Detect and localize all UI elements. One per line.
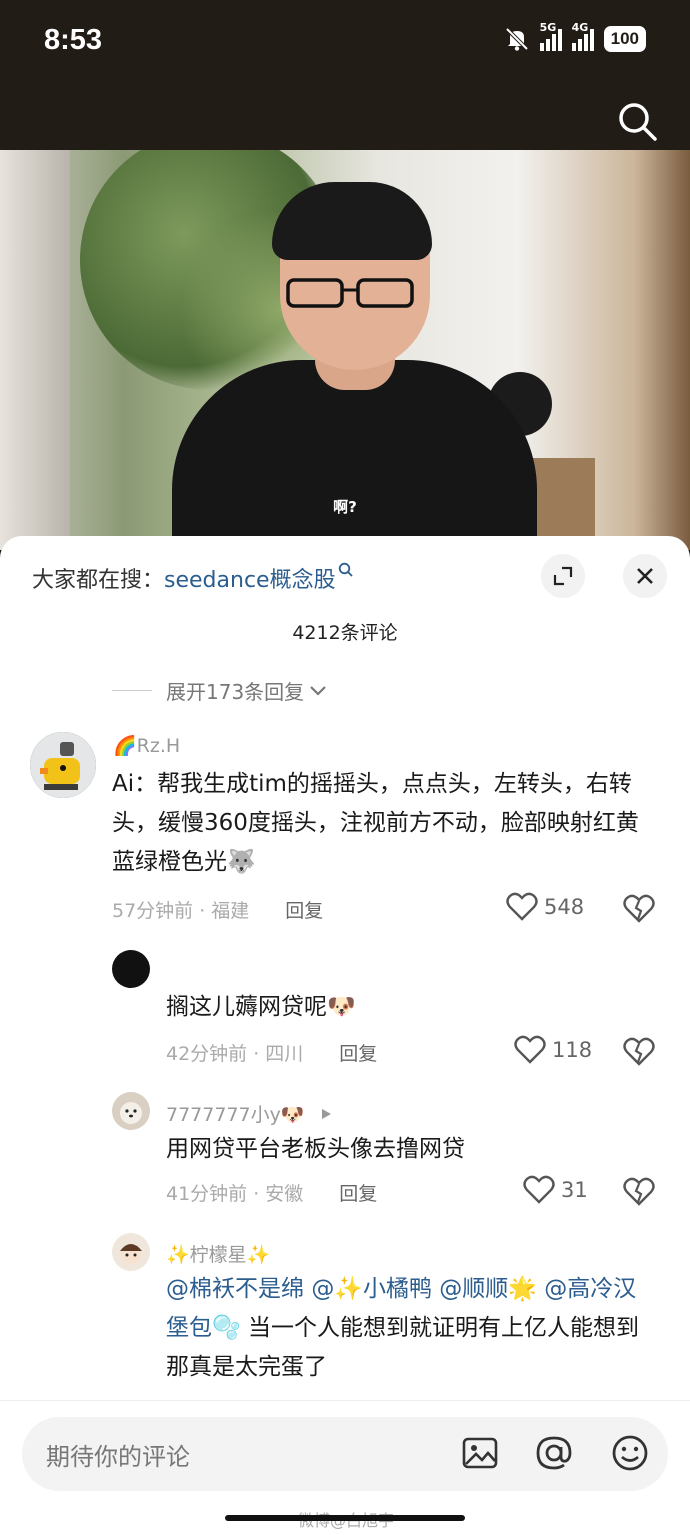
comment-meta: 42分钟前 · 四川 回复 bbox=[166, 1039, 377, 1066]
comment-time-location: 57分钟前 · 福建 bbox=[112, 900, 250, 922]
comment-text: 搁这儿薅网贷呢🐶 bbox=[166, 994, 356, 1020]
video-player[interactable]: 啊? bbox=[0, 150, 690, 550]
avatar[interactable] bbox=[112, 1092, 150, 1130]
comment-text: Ai：帮我生成tim的摇摇头，点点头，左转头，右转头，缓慢360度摇头，注视前方… bbox=[112, 771, 639, 875]
comment-input-placeholder: 期待你的评论 bbox=[46, 1443, 190, 1471]
close-icon bbox=[637, 568, 653, 584]
broken-heart-icon[interactable] bbox=[623, 1037, 655, 1067]
comment-count: 4212条评论 bbox=[292, 622, 398, 644]
video-person bbox=[272, 182, 432, 260]
mention-link[interactable]: @✨小橘鸭 bbox=[311, 1276, 432, 1302]
cartoon-avatar bbox=[120, 1244, 142, 1264]
comment-meta: 57分钟前 · 福建 回复 bbox=[112, 896, 323, 923]
like-button[interactable]: 118 bbox=[514, 1035, 592, 1065]
status-bar: 8:53 5G 4G 100 bbox=[0, 0, 690, 150]
comment-input[interactable]: 期待你的评论 bbox=[22, 1417, 668, 1491]
comment-text: 用网贷平台老板头像去撸网贷 bbox=[166, 1136, 465, 1162]
comment-text: @棉袄不是绵 @✨小橘鸭 @顺顺🌟 @高冷汉堡包🫧 当一个人能想到就证明有上亿人… bbox=[166, 1270, 656, 1387]
trending-search-prefix: 大家都在搜： bbox=[32, 568, 165, 593]
broken-heart-icon[interactable] bbox=[623, 1177, 655, 1207]
comment-input-bar: 期待你的评论 微博@白旭宇 bbox=[0, 1400, 690, 1535]
search-icon[interactable] bbox=[616, 100, 660, 144]
like-button[interactable]: 548 bbox=[506, 892, 584, 922]
play-icon bbox=[321, 1109, 331, 1119]
expand-icon bbox=[553, 566, 573, 586]
like-button[interactable]: 31 bbox=[523, 1175, 588, 1205]
chevron-down-icon bbox=[310, 685, 326, 696]
search-icon bbox=[338, 562, 353, 577]
expand-replies-button[interactable]: 展开173条回复 bbox=[112, 676, 328, 705]
home-indicator[interactable] bbox=[225, 1515, 465, 1521]
comment-author[interactable]: 7777777小y🐶 bbox=[166, 1100, 333, 1127]
battery-icon: 100 bbox=[603, 26, 646, 52]
heart-icon bbox=[523, 1175, 555, 1204]
comment-time-location: 42分钟前 · 四川 bbox=[166, 1043, 304, 1065]
comment-sheet: 大家都在搜：seedance概念股 4212条评论 展开173条回复 🌈Rz.H… bbox=[0, 536, 690, 1535]
mention-link[interactable]: @顺顺🌟 bbox=[439, 1276, 537, 1302]
expand-replies-label: 展开173条回复 bbox=[166, 680, 305, 704]
video-person bbox=[286, 278, 414, 308]
like-count: 31 bbox=[561, 1178, 588, 1202]
broken-heart-icon[interactable] bbox=[623, 894, 655, 924]
close-button[interactable] bbox=[623, 554, 667, 598]
emoji-icon[interactable] bbox=[610, 1433, 650, 1473]
reply-button[interactable]: 回复 bbox=[339, 1043, 377, 1065]
fullscreen-button[interactable] bbox=[541, 554, 585, 598]
comment-time-location: 41分钟前 · 安徽 bbox=[166, 1183, 304, 1205]
avatar[interactable] bbox=[112, 950, 150, 988]
status-time: 8:53 bbox=[44, 24, 103, 56]
heart-icon bbox=[514, 1035, 546, 1064]
status-icons: 5G 4G 100 bbox=[504, 21, 646, 52]
divider bbox=[112, 690, 152, 691]
trending-search[interactable]: 大家都在搜：seedance概念股 bbox=[32, 562, 354, 594]
avatar[interactable] bbox=[30, 732, 96, 798]
avatar[interactable] bbox=[112, 1233, 150, 1271]
comment-author[interactable]: 🌈Rz.H bbox=[113, 734, 180, 757]
like-count: 548 bbox=[544, 895, 585, 919]
mention-link[interactable]: @棉袄不是绵 bbox=[166, 1276, 304, 1302]
reply-button[interactable]: 回复 bbox=[339, 1183, 377, 1205]
like-count: 118 bbox=[552, 1038, 593, 1062]
video-subtitle: 啊? bbox=[333, 498, 357, 516]
image-icon[interactable] bbox=[460, 1433, 500, 1473]
at-icon[interactable] bbox=[534, 1433, 574, 1473]
comment-author[interactable]: ✨柠檬星✨ bbox=[166, 1240, 270, 1267]
puppy-avatar bbox=[120, 1102, 142, 1124]
signal-icon: 4G bbox=[571, 21, 594, 51]
video-background bbox=[0, 150, 70, 550]
trending-search-keyword[interactable]: seedance概念股 bbox=[164, 568, 336, 593]
comment-meta: 41分钟前 · 安徽 回复 bbox=[166, 1179, 377, 1206]
reply-button[interactable]: 回复 bbox=[285, 900, 323, 922]
signal-icon: 5G bbox=[539, 21, 562, 51]
bell-off-icon bbox=[505, 27, 529, 51]
heart-icon bbox=[506, 892, 538, 921]
pixel-duck-avatar bbox=[30, 732, 96, 798]
